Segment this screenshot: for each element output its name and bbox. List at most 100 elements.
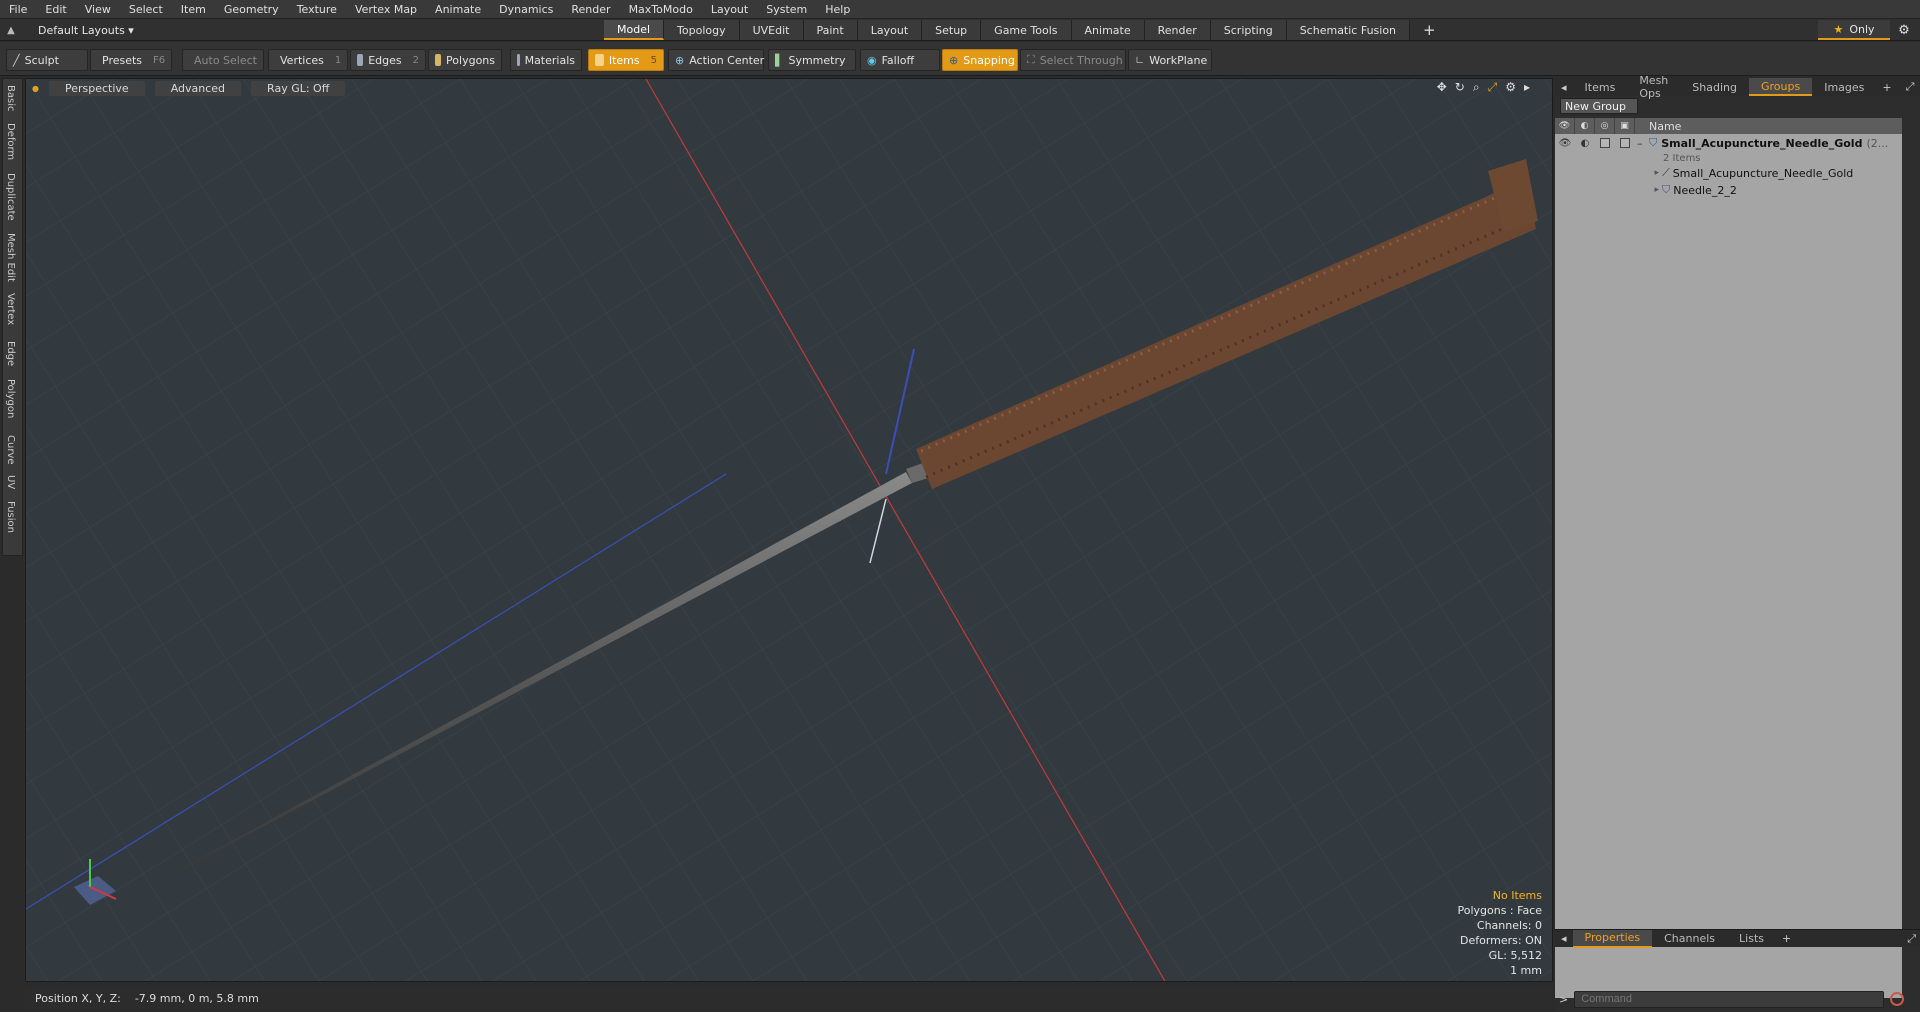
lock-column-icon[interactable]: ◐ — [1575, 118, 1595, 134]
record-icon[interactable] — [1890, 992, 1905, 1006]
render-column-icon[interactable]: ◎ — [1595, 118, 1615, 134]
menu-animate[interactable]: Animate — [426, 3, 490, 16]
materials-button[interactable]: Materials — [510, 49, 582, 71]
name-column-header[interactable]: Name — [1635, 120, 1681, 133]
select-column-icon[interactable]: ▣ — [1615, 118, 1635, 134]
left-tab-mesh-edit[interactable]: Mesh Edit — [5, 233, 16, 282]
position-value: -7.9 mm, 0 m, 5.8 mm — [134, 991, 259, 1005]
select-through-button[interactable]: ⛶ Select Through — [1020, 49, 1126, 71]
menu-maxtomodo[interactable]: MaxToModo — [620, 3, 702, 16]
list-item[interactable]: ▸ ⟋ Small_Acupuncture_Needle_Gold — [1555, 165, 1902, 181]
tab-render[interactable]: Render — [1144, 20, 1211, 40]
viewport-gear-icon[interactable]: ⚙ — [1505, 80, 1516, 95]
add-tab-button[interactable]: + — [1410, 20, 1449, 40]
move-view-icon[interactable]: ✥ — [1437, 80, 1447, 95]
bottom-collapse-icon[interactable]: ◂ — [1555, 932, 1573, 945]
edges-button[interactable]: Edges 2 — [350, 49, 426, 71]
sculpt-button[interactable]: ╱ Sculpt — [6, 49, 88, 71]
eye-icon[interactable]: 👁 — [1555, 138, 1575, 149]
menu-item[interactable]: Item — [172, 3, 215, 16]
menu-geometry[interactable]: Geometry — [215, 3, 288, 16]
menu-texture[interactable]: Texture — [288, 3, 346, 16]
tab-items[interactable]: Items — [1573, 78, 1628, 96]
items-button[interactable]: Items 5 — [588, 49, 664, 71]
select-toggle[interactable] — [1615, 138, 1635, 149]
tab-channels[interactable]: Channels — [1652, 930, 1727, 948]
left-tab-fusion[interactable]: Fusion — [5, 501, 16, 533]
tab-paint[interactable]: Paint — [803, 20, 858, 40]
menu-vertex-map[interactable]: Vertex Map — [346, 3, 426, 16]
command-input[interactable] — [1574, 990, 1885, 1008]
left-tab-basic[interactable]: Basic — [5, 85, 16, 111]
tab-topology[interactable]: Topology — [664, 20, 740, 40]
rotate-view-icon[interactable]: ↻ — [1455, 80, 1465, 95]
gear-icon[interactable]: ⚙ — [1894, 20, 1914, 40]
left-tab-edge[interactable]: Edge — [5, 341, 16, 366]
tab-game-tools[interactable]: Game Tools — [981, 20, 1072, 40]
tab-setup[interactable]: Setup — [922, 20, 982, 40]
maximize-view-icon[interactable]: ⤢ — [1488, 80, 1498, 95]
panel-expand-icon[interactable]: ⤢ — [1906, 80, 1915, 94]
menu-dynamics[interactable]: Dynamics — [490, 3, 562, 16]
3d-viewport[interactable]: ● Perspective Advanced Ray GL: Off ✥ ↻ ⌕… — [25, 78, 1553, 982]
visibility-column-icon[interactable]: 👁 — [1555, 118, 1575, 134]
raygl-button[interactable]: Ray GL: Off — [251, 80, 346, 96]
workplane-button[interactable]: ∟ WorkPlane — [1128, 49, 1212, 71]
left-tab-duplicate[interactable]: Duplicate — [5, 173, 16, 221]
tab-shading[interactable]: Shading — [1680, 78, 1749, 96]
expand-minus-icon[interactable]: – — [1637, 137, 1649, 150]
tab-images[interactable]: Images — [1812, 78, 1876, 96]
menu-help[interactable]: Help — [816, 3, 859, 16]
layouts-dropdown[interactable]: ▲ Default Layouts ▾ — [4, 20, 134, 40]
tab-animate[interactable]: Animate — [1071, 20, 1145, 40]
collapse-up-icon[interactable]: ▲ — [4, 25, 18, 36]
render-toggle[interactable] — [1595, 138, 1615, 149]
list-item[interactable]: ▸ ⛉ Needle_2_2 — [1555, 182, 1902, 198]
groups-scrollbar[interactable] — [1904, 118, 1918, 998]
zoom-view-icon[interactable]: ⌕ — [1473, 80, 1480, 95]
tab-scripting[interactable]: Scripting — [1210, 20, 1287, 40]
left-tab-deform[interactable]: Deform — [5, 123, 16, 160]
new-group-button[interactable]: New Group — [1560, 98, 1638, 114]
polygons-button[interactable]: Polygons — [428, 49, 502, 71]
groups-list[interactable]: 👁 ◐ ◎ ▣ Name 👁 ◐ – ⛉ Small_Acupuncture_N… — [1555, 118, 1902, 998]
tab-layout[interactable]: Layout — [857, 20, 923, 40]
snapping-button[interactable]: ⊕ Snapping — [942, 49, 1018, 71]
left-tab-polygon[interactable]: Polygon — [5, 379, 16, 418]
tab-groups[interactable]: Groups — [1748, 78, 1813, 96]
add-panel-tab-icon[interactable]: + — [1876, 81, 1897, 94]
group-row[interactable]: 👁 ◐ – ⛉ Small_Acupuncture_Needle_Gold (2… — [1555, 135, 1902, 151]
select-checkbox[interactable] — [1620, 138, 1630, 148]
left-tab-curve[interactable]: Curve — [5, 435, 16, 465]
tab-schematic-fusion[interactable]: Schematic Fusion — [1286, 20, 1411, 40]
presets-button[interactable]: Presets F6 — [90, 49, 172, 71]
tab-lists[interactable]: Lists — [1727, 930, 1776, 948]
menu-system[interactable]: System — [757, 3, 816, 16]
menu-layout[interactable]: Layout — [702, 3, 757, 16]
menu-render[interactable]: Render — [562, 3, 619, 16]
auto-select-button[interactable]: Auto Select — [182, 49, 264, 71]
menu-select[interactable]: Select — [120, 3, 172, 16]
tab-properties[interactable]: Properties — [1572, 929, 1653, 948]
bottom-expand-icon[interactable]: ⤢ — [1907, 932, 1916, 946]
tab-uvedit[interactable]: UVEdit — [739, 20, 804, 40]
falloff-button[interactable]: ◉ Falloff — [860, 49, 940, 71]
menu-edit[interactable]: Edit — [36, 3, 75, 16]
vertices-button[interactable]: Vertices 1 — [268, 49, 348, 71]
render-checkbox[interactable] — [1600, 138, 1610, 148]
action-center-button[interactable]: ⊕ Action Center — [668, 49, 764, 71]
view-mode-button[interactable]: Perspective — [48, 80, 145, 96]
add-bottom-tab-icon[interactable]: + — [1776, 932, 1797, 945]
tab-mesh-ops[interactable]: Mesh Ops — [1627, 74, 1680, 100]
symmetry-button[interactable]: ▌ Symmetry — [768, 49, 856, 71]
left-tab-vertex[interactable]: Vertex — [5, 293, 16, 325]
viewport-menu-arrow-icon[interactable]: ▸ — [1524, 80, 1530, 95]
menu-view[interactable]: View — [76, 3, 120, 16]
shading-button[interactable]: Advanced — [154, 80, 242, 96]
left-tab-uv[interactable]: UV — [5, 475, 16, 489]
panel-collapse-icon[interactable]: ◂ — [1555, 81, 1573, 94]
menu-file[interactable]: File — [0, 3, 36, 16]
tab-model[interactable]: Model — [604, 20, 665, 40]
only-button[interactable]: ★ Only — [1818, 20, 1890, 40]
lock-icon[interactable]: ◐ — [1575, 138, 1595, 149]
